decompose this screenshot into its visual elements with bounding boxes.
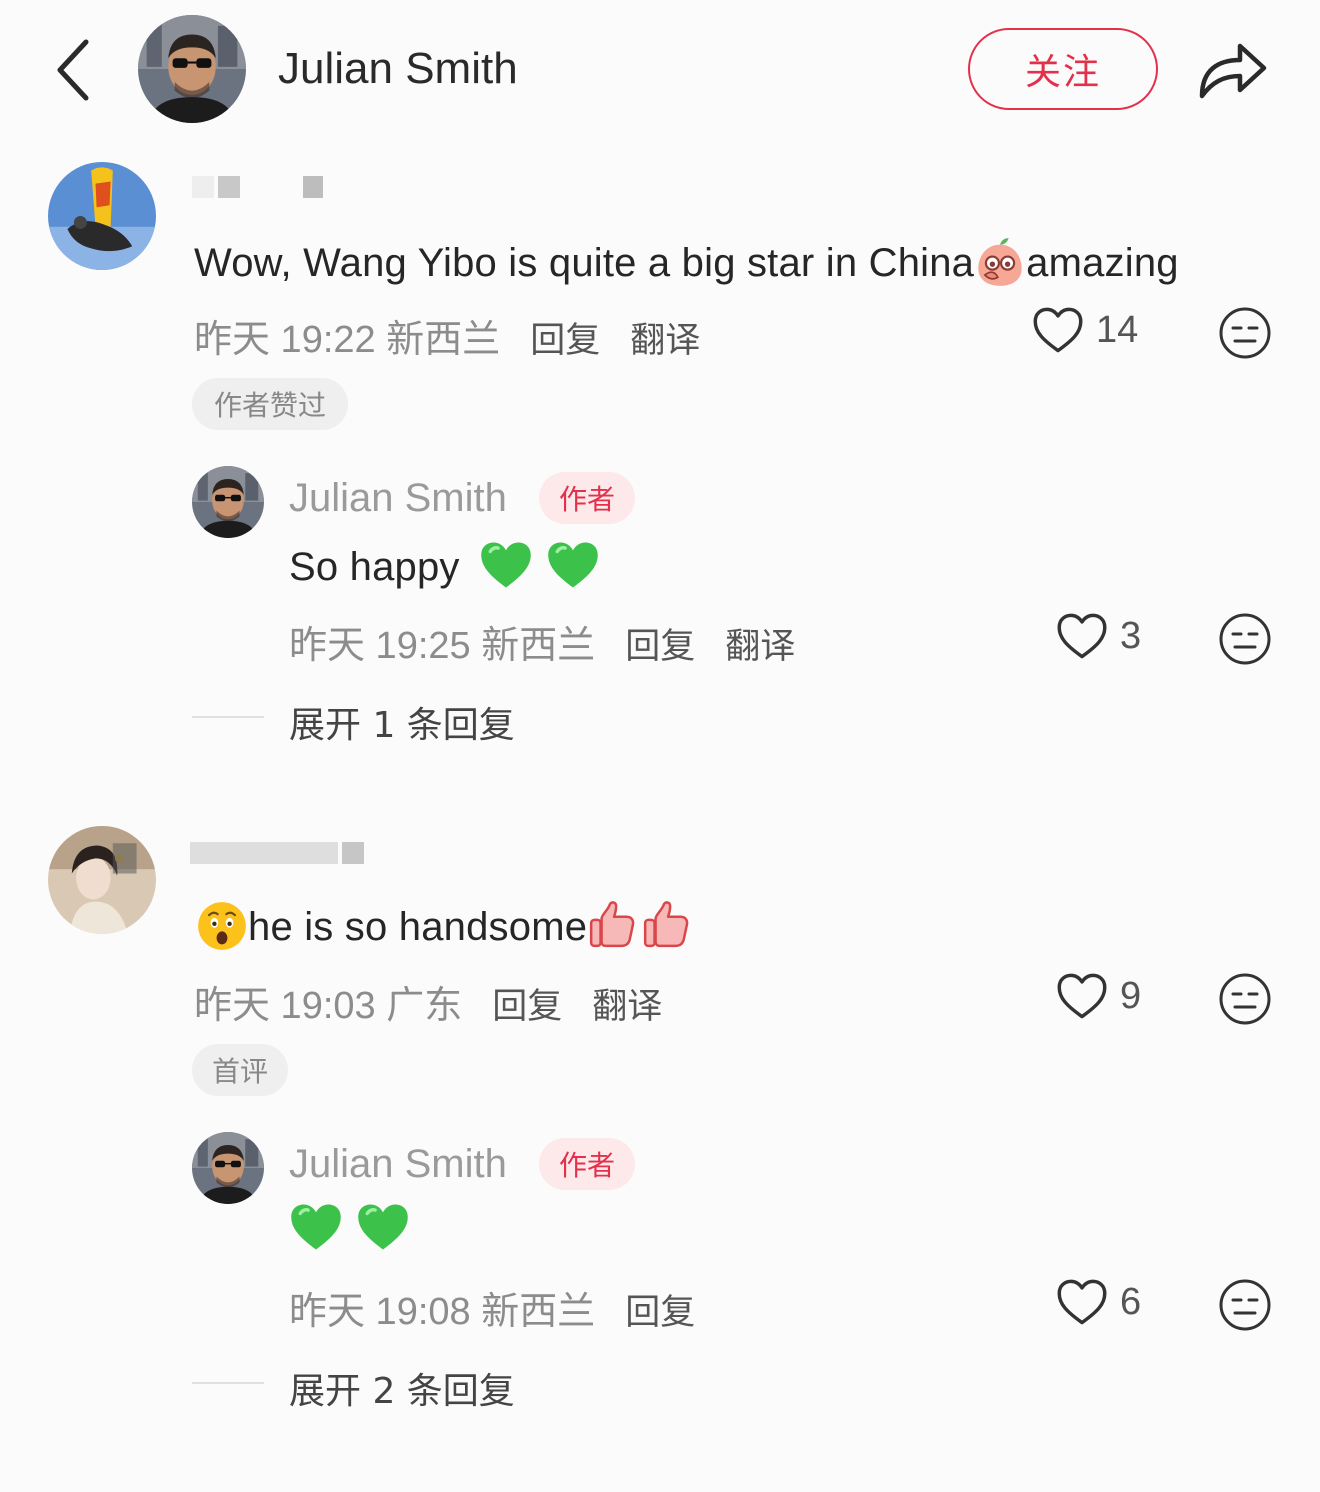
expand-replies-button[interactable]: 展开 1 条回复 (289, 696, 515, 748)
author-badge: 作者 (539, 1138, 635, 1190)
reply-author-name[interactable]: Julian Smith (289, 1142, 507, 1187)
meh-face-icon (1219, 307, 1271, 359)
author-name[interactable]: Julian Smith (278, 44, 518, 94)
green-heart-icon (546, 540, 600, 590)
reply-text (289, 1202, 410, 1252)
like-button[interactable]: 3 (1056, 612, 1141, 660)
reply-button[interactable]: 回复 (625, 1293, 695, 1333)
reply-button[interactable]: 回复 (530, 321, 600, 361)
reply-author-avatar[interactable] (192, 1132, 264, 1204)
comment-time: 昨天 19:03 广东 (194, 985, 463, 1027)
heart-icon (1057, 613, 1107, 659)
green-heart-icon (289, 1202, 343, 1252)
share-button[interactable] (1194, 34, 1270, 104)
expand-replies-button[interactable]: 展开 2 条回复 (289, 1362, 515, 1414)
comment-meta: 昨天 19:03 广东 回复 翻译 (194, 974, 662, 1029)
comment-time: 昨天 19:22 新西兰 (194, 319, 501, 361)
chevron-left-icon (57, 39, 89, 101)
comment-text: Wow, Wang Yibo is quite a big star in Ch… (194, 236, 1179, 288)
like-count: 14 (1096, 308, 1139, 351)
like-button[interactable]: 6 (1056, 1278, 1141, 1326)
heart-icon (1033, 307, 1083, 353)
translate-button[interactable]: 翻译 (630, 321, 700, 361)
like-count: 6 (1120, 1280, 1142, 1323)
heart-icon (1057, 973, 1107, 1019)
follow-button[interactable]: 关注 (968, 28, 1158, 110)
share-icon (1199, 43, 1267, 99)
like-button[interactable]: 14 (1032, 306, 1138, 354)
like-count: 3 (1120, 614, 1142, 657)
thumbs-up-emoji-icon (644, 901, 689, 948)
dislike-button[interactable] (1218, 612, 1272, 666)
back-button[interactable] (40, 32, 110, 108)
author-liked-tag: 作者赞过 (192, 378, 348, 430)
reply-meta: 昨天 19:25 新西兰 回复 翻译 (289, 614, 795, 669)
reply-button[interactable]: 回复 (625, 627, 695, 667)
peach-face-emoji-icon (978, 238, 1022, 286)
dislike-button[interactable] (1218, 1278, 1272, 1332)
translate-button[interactable]: 翻译 (592, 987, 662, 1027)
reply-text: So happy (289, 540, 600, 590)
meh-face-icon (1219, 973, 1271, 1025)
like-button[interactable]: 9 (1056, 972, 1141, 1020)
translate-button[interactable]: 翻译 (725, 627, 795, 667)
meh-face-icon (1219, 1279, 1271, 1331)
dislike-button[interactable] (1218, 306, 1272, 360)
reply-time: 昨天 19:25 新西兰 (289, 625, 596, 667)
author-badge: 作者 (539, 472, 635, 524)
comment-meta: 昨天 19:22 新西兰 回复 翻译 (194, 308, 700, 363)
reply-author-name[interactable]: Julian Smith (289, 476, 507, 521)
reply-meta: 昨天 19:08 新西兰 回复 (289, 1280, 695, 1335)
green-heart-icon (356, 1202, 410, 1252)
dislike-button[interactable] (1218, 972, 1272, 1026)
thumbs-up-emoji-icon (590, 901, 635, 948)
astonished-face-emoji-icon (198, 902, 246, 950)
commenter-name-blurred (190, 842, 365, 868)
like-count: 9 (1120, 974, 1142, 1017)
meh-face-icon (1219, 613, 1271, 665)
reply-button[interactable]: 回复 (492, 987, 562, 1027)
comment-text: he is so handsome (196, 900, 691, 952)
commenter-name-blurred (192, 176, 323, 202)
heart-icon (1057, 1279, 1107, 1325)
divider (192, 716, 264, 718)
author-avatar[interactable] (138, 15, 246, 123)
divider (192, 1382, 264, 1384)
commenter-avatar[interactable] (48, 162, 156, 270)
reply-time: 昨天 19:08 新西兰 (289, 1291, 596, 1333)
reply-author-avatar[interactable] (192, 466, 264, 538)
first-comment-tag: 首评 (192, 1044, 288, 1096)
commenter-avatar[interactable] (48, 826, 156, 934)
green-heart-icon (479, 540, 533, 590)
